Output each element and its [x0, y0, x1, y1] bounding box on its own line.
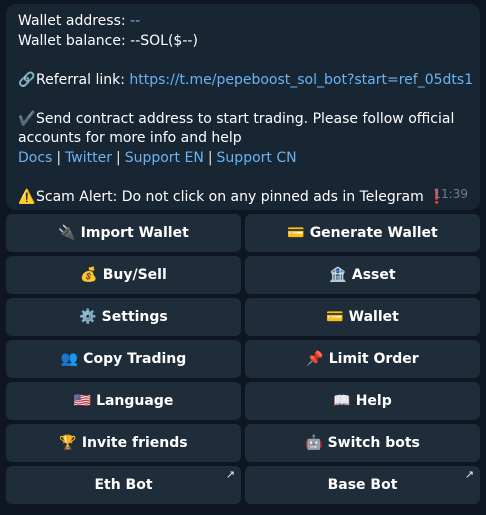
keyboard-row: Eth Bot ↗ Base Bot ↗ [6, 466, 480, 504]
referral-link[interactable]: https://t.me/pepeboost_sol_bot?start=ref… [129, 72, 473, 88]
scam-alert-line: ⚠️Scam Alert: Do not click on any pinned… [18, 188, 468, 208]
language-label: Language [96, 393, 174, 409]
support-cn-link[interactable]: Support CN [217, 150, 297, 166]
book-icon: 📖 [333, 393, 351, 409]
wallet-address-value[interactable]: -- [130, 13, 140, 29]
link-separator: | [115, 149, 121, 166]
scam-alert-text: Scam Alert: Do not click on any pinned a… [36, 188, 424, 205]
instruction-line-2: accounts for more info and help [18, 129, 468, 149]
twitter-link[interactable]: Twitter [65, 150, 112, 166]
import-wallet-label: Import Wallet [80, 225, 189, 241]
eth-bot-button[interactable]: Eth Bot ↗ [6, 466, 241, 504]
switch-bots-label: Switch bots [327, 435, 420, 451]
keyboard-row: 🏆 Invite friends 🤖 Switch bots [6, 424, 480, 462]
referral-label: Referral link: [36, 71, 125, 88]
referral-line: 🔗Referral link: https://t.me/pepeboost_s… [18, 71, 473, 91]
limit-order-label: Limit Order [328, 351, 419, 367]
keyboard-row: ⚙️ Settings 💳 Wallet [6, 298, 480, 336]
invite-friends-label: Invite friends [81, 435, 188, 451]
base-bot-label: Base Bot [327, 477, 398, 493]
money-bag-icon: 💰 [80, 267, 98, 283]
keyboard-row: 🔌 Import Wallet 💳 Generate Wallet [6, 214, 480, 252]
bank-icon: 🏦 [329, 267, 347, 283]
generate-wallet-label: Generate Wallet [309, 225, 438, 241]
wallet-button[interactable]: 💳 Wallet [245, 298, 480, 336]
support-en-link[interactable]: Support EN [125, 150, 204, 166]
asset-button[interactable]: 🏦 Asset [245, 256, 480, 294]
help-button[interactable]: 📖 Help [245, 382, 480, 420]
switch-bots-button[interactable]: 🤖 Switch bots [245, 424, 480, 462]
keyboard-row: 💰 Buy/Sell 🏦 Asset [6, 256, 480, 294]
keyboard-row: 👥 Copy Trading 📌 Limit Order [6, 340, 480, 378]
instruction-line: ✔️Send contract address to start trading… [18, 110, 468, 130]
base-bot-button[interactable]: Base Bot ↗ [245, 466, 480, 504]
credit-card-icon: 💳 [326, 309, 344, 325]
wallet-balance-line: Wallet balance: --SOL($--) [18, 32, 468, 52]
generate-wallet-button[interactable]: 💳 Generate Wallet [245, 214, 480, 252]
message-timestamp: 11:39 [433, 186, 468, 201]
inline-keyboard: 🔌 Import Wallet 💳 Generate Wallet 💰 Buy/… [6, 214, 480, 508]
copy-trading-label: Copy Trading [83, 351, 187, 367]
gear-icon: ⚙️ [79, 309, 97, 325]
pushpin-icon: 📌 [306, 351, 324, 367]
keyboard-row: 🇺🇸 Language 📖 Help [6, 382, 480, 420]
us-flag-icon: 🇺🇸 [73, 393, 92, 409]
copy-trading-button[interactable]: 👥 Copy Trading [6, 340, 241, 378]
plug-icon: 🔌 [58, 225, 76, 241]
external-link-icon: ↗ [464, 468, 474, 481]
eth-bot-label: Eth Bot [94, 477, 153, 493]
docs-link[interactable]: Docs [18, 150, 52, 166]
wallet-balance-label: Wallet balance: [18, 32, 126, 49]
buy-sell-button[interactable]: 💰 Buy/Sell [6, 256, 241, 294]
chat-view: Wallet address: -- Wallet balance: --SOL… [0, 0, 486, 515]
instruction-text: Send contract address to start trading. … [36, 110, 455, 127]
invite-friends-button[interactable]: 🏆 Invite friends [6, 424, 241, 462]
wallet-address-line: Wallet address: -- [18, 12, 468, 32]
buy-sell-label: Buy/Sell [102, 267, 167, 283]
limit-order-button[interactable]: 📌 Limit Order [245, 340, 480, 378]
checkmark-icon: ✔️ [18, 110, 36, 127]
wallet-label: Wallet [348, 309, 399, 325]
link-separator: | [56, 149, 62, 166]
settings-label: Settings [101, 309, 168, 325]
language-button[interactable]: 🇺🇸 Language [6, 382, 241, 420]
link-icon: 🔗 [18, 71, 36, 88]
link-separator: | [207, 149, 213, 166]
bot-message-bubble: Wallet address: -- Wallet balance: --SOL… [6, 4, 480, 210]
import-wallet-button[interactable]: 🔌 Import Wallet [6, 214, 241, 252]
help-label: Help [355, 393, 392, 409]
links-line: Docs | Twitter | Support EN | Support CN [18, 149, 468, 169]
trophy-icon: 🏆 [59, 435, 77, 451]
instruction-text-cont: accounts for more info and help [18, 130, 242, 146]
asset-label: Asset [351, 267, 396, 283]
wallet-address-label: Wallet address: [18, 13, 126, 29]
wallet-balance-value: --SOL($--) [130, 32, 198, 49]
credit-card-icon: 💳 [287, 225, 305, 241]
settings-button[interactable]: ⚙️ Settings [6, 298, 241, 336]
users-icon: 👥 [60, 351, 79, 367]
warning-icon: ⚠️ [18, 188, 36, 205]
robot-icon: 🤖 [305, 435, 323, 451]
external-link-icon: ↗ [225, 468, 235, 481]
